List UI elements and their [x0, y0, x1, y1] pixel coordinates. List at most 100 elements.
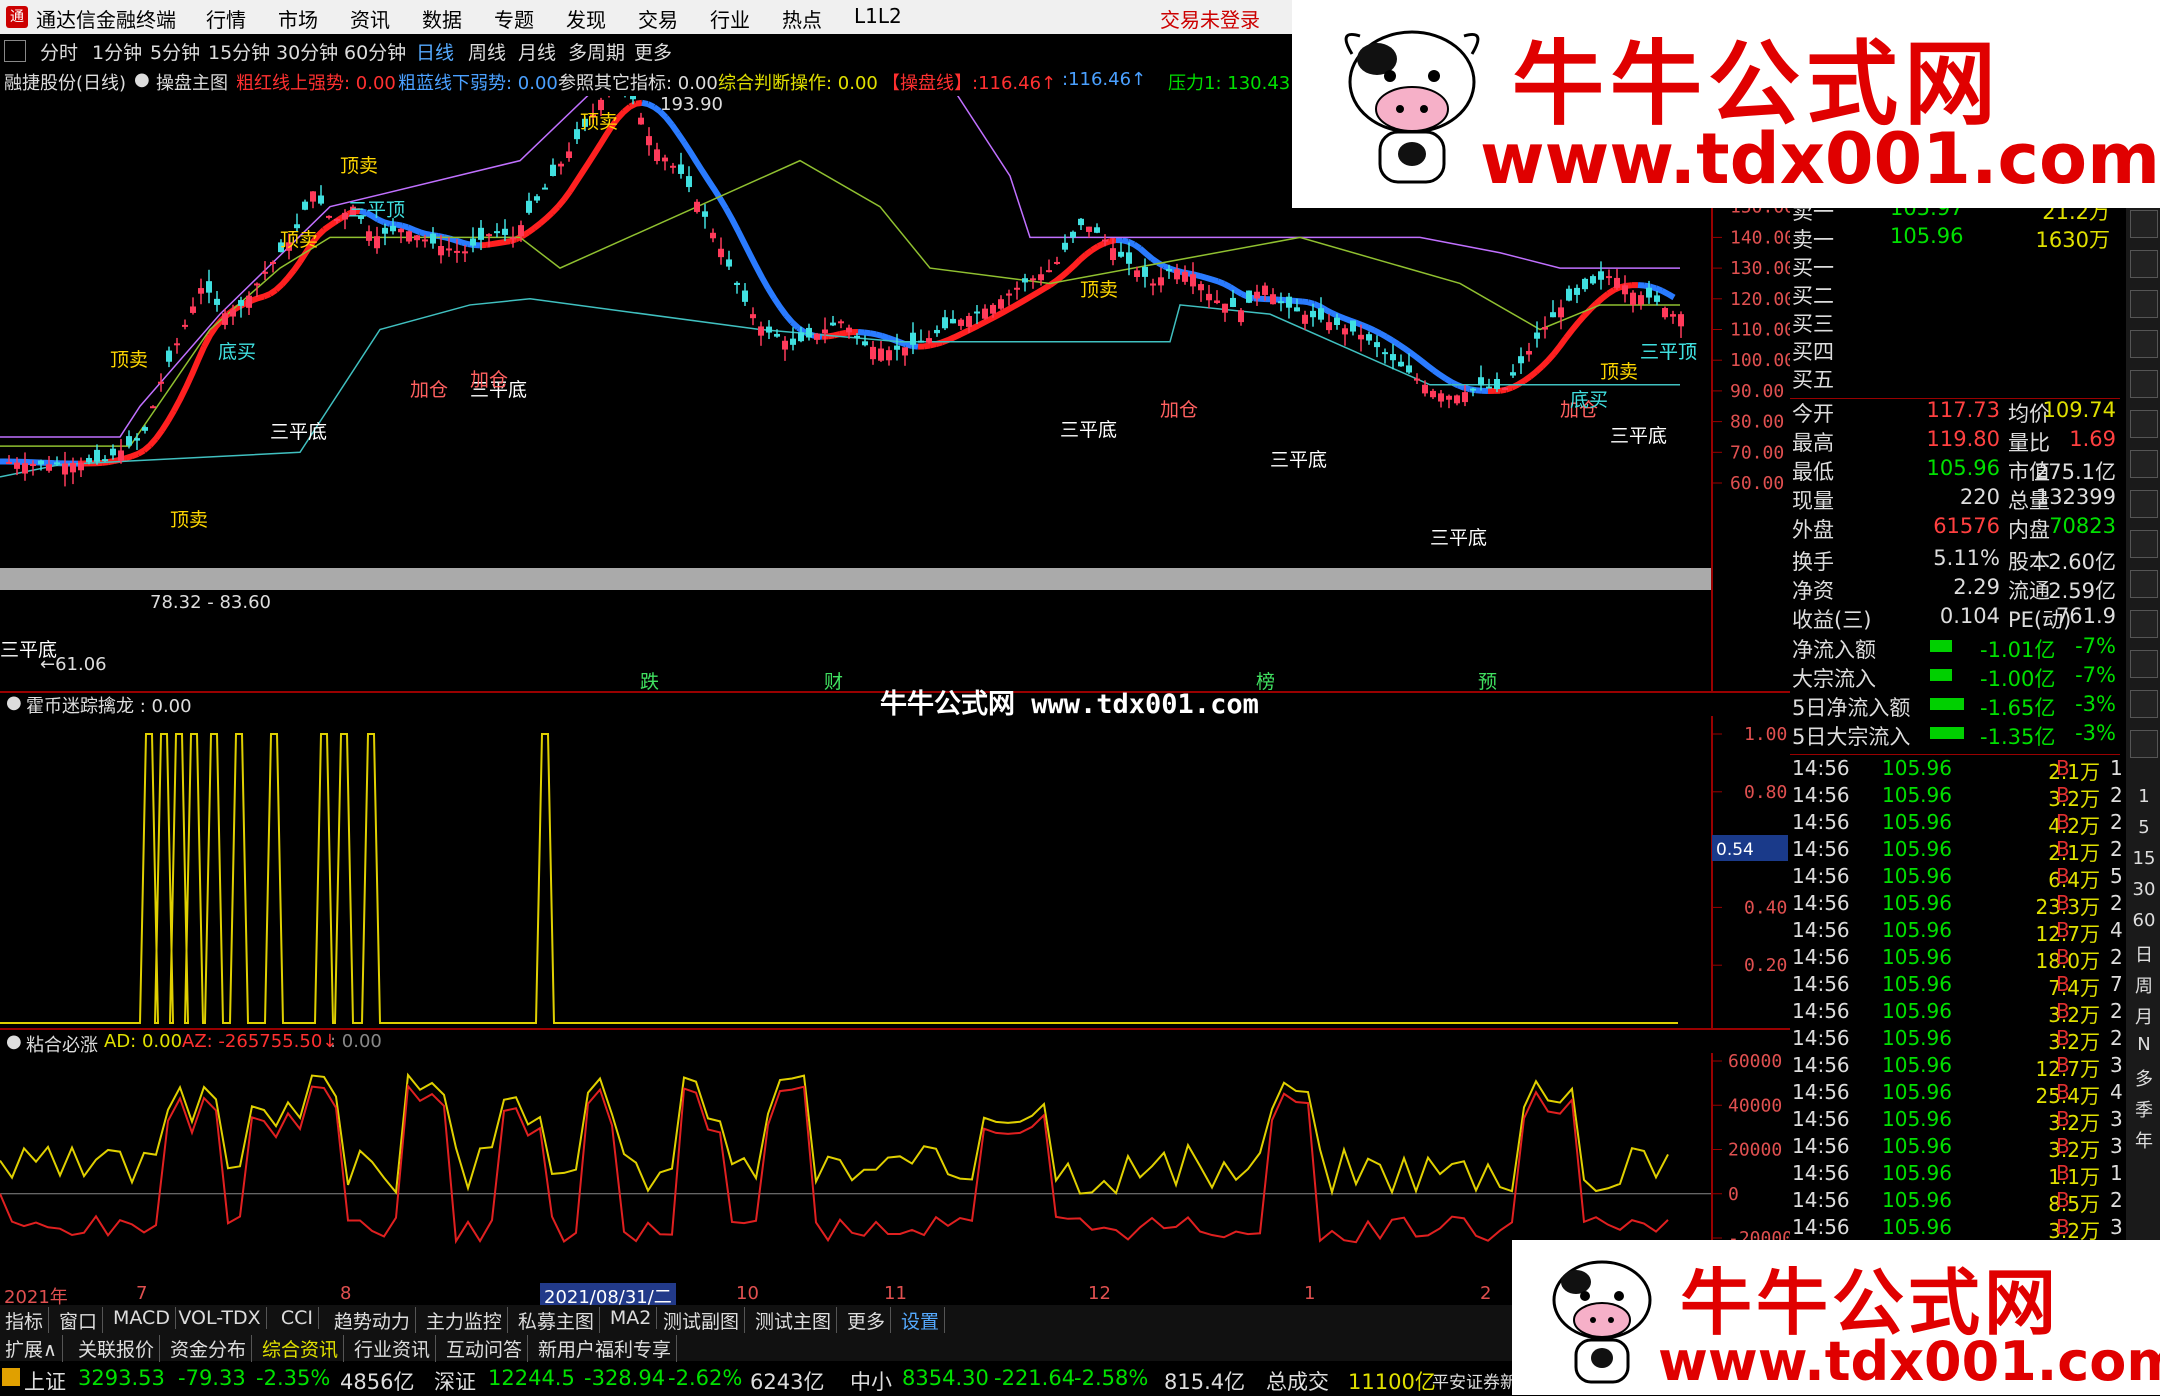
share-icon[interactable]: [2130, 730, 2158, 758]
candle-body: [790, 338, 796, 345]
login-status[interactable]: 交易未登录: [1160, 4, 1260, 33]
menu-hot[interactable]: 热点: [782, 4, 822, 33]
flow-icon[interactable]: [2130, 450, 2158, 478]
menu-news[interactable]: 资讯: [350, 4, 390, 33]
tick-side: B: [2056, 1080, 2070, 1104]
star-icon[interactable]: [2130, 530, 2158, 558]
info-tab[interactable]: 行业资讯: [349, 1335, 437, 1362]
info-tab[interactable]: 互动问答: [441, 1335, 529, 1362]
indicator-tab[interactable]: CCI: [276, 1307, 319, 1329]
period-shortcut[interactable]: 季: [2132, 1096, 2156, 1122]
indicator-tab[interactable]: 主力监控: [421, 1307, 508, 1334]
f10-icon[interactable]: [2130, 410, 2158, 438]
info-tab[interactable]: 扩展∧: [0, 1335, 63, 1362]
candle-body: [630, 96, 636, 100]
flow-label: 5日净流入额: [1792, 696, 1911, 720]
doc-icon[interactable]: [2130, 370, 2158, 398]
tick-list[interactable]: 14:56 105.96 2.1万 B 1 14:56 105.96 3.2万 B 2 14:56 1…: [1790, 756, 2123, 1246]
orderbook-price: 105.96: [1890, 224, 1964, 248]
period-multi[interactable]: 多周期: [568, 38, 625, 65]
toggle-icon[interactable]: [4, 40, 26, 62]
status-icon[interactable]: [2, 1368, 20, 1386]
period-shortcut[interactable]: 1: [2132, 786, 2156, 807]
period-shortcut[interactable]: 多: [2132, 1065, 2156, 1091]
menu-data[interactable]: 数据: [422, 4, 462, 33]
indicator-tab[interactable]: 指标: [0, 1307, 50, 1334]
cross-icon[interactable]: [2130, 610, 2158, 638]
cow-mascot-icon: [1552, 1260, 1652, 1384]
tick-volume: 1.1万: [2048, 1165, 2100, 1189]
indicator-tab[interactable]: MA2: [605, 1307, 658, 1329]
fund-icon[interactable]: [2130, 330, 2158, 358]
total-value: 11100亿: [1348, 1370, 1436, 1394]
indicator-tab[interactable]: 更多: [842, 1307, 891, 1334]
menu-l1l2[interactable]: L1L2: [854, 4, 902, 28]
period-shortcut[interactable]: 30: [2132, 879, 2156, 900]
stat-row: 今开 117.73 均价 109.74: [1790, 398, 2120, 426]
indicator-tab[interactable]: 测试主图: [750, 1307, 837, 1334]
candle-body: [990, 304, 996, 314]
menu-discover[interactable]: 发现: [566, 4, 606, 33]
period-monthly[interactable]: 月线: [518, 38, 556, 65]
osc-selector-icon[interactable]: ●: [6, 692, 22, 713]
period-5min[interactable]: 5分钟: [150, 38, 200, 65]
indicator-tab[interactable]: 设置: [896, 1307, 945, 1334]
period-shortcut[interactable]: 15: [2132, 848, 2156, 869]
menu-market[interactable]: 市场: [278, 4, 318, 33]
indicator-name[interactable]: 操盘主图: [156, 69, 228, 95]
period-shortcut[interactable]: 5: [2132, 817, 2156, 838]
rsi-icon[interactable]: [2130, 570, 2158, 598]
menu-topics[interactable]: 专题: [494, 4, 534, 33]
sh-value: 3293.53: [78, 1366, 165, 1390]
candle-body: [166, 350, 172, 362]
candle-body: [438, 245, 444, 256]
info-tab[interactable]: 关联报价: [73, 1335, 161, 1362]
info-tab[interactable]: 资金分布: [165, 1335, 253, 1362]
ad-selector-icon[interactable]: ●: [6, 1031, 22, 1052]
trend-icon[interactable]: [2130, 250, 2158, 278]
candle-body: [390, 225, 396, 232]
period-shortcut[interactable]: 日: [2132, 941, 2156, 967]
period-60min[interactable]: 60分钟: [344, 38, 406, 65]
flow-label: 净流入额: [1792, 638, 1876, 662]
candle-body: [374, 236, 380, 249]
fs-icon[interactable]: [2130, 690, 2158, 718]
menu-industry[interactable]: 行业: [710, 4, 750, 33]
period-more[interactable]: 更多: [634, 38, 672, 65]
indicator-tab[interactable]: MACD: [108, 1307, 176, 1329]
indicator-tab[interactable]: 测试副图: [658, 1307, 745, 1334]
candle-body: [670, 165, 676, 168]
menu-trade[interactable]: 交易: [638, 4, 678, 33]
info-tab[interactable]: 新用户福利专享: [533, 1335, 678, 1362]
candle-body: [1646, 287, 1652, 298]
osc-chart[interactable]: 1.00 0.80 0.40 0.20 0.54: [0, 716, 1790, 1028]
period-shortcut[interactable]: N: [2132, 1034, 2156, 1055]
period-shortcut[interactable]: 年: [2132, 1127, 2156, 1153]
indicator-tab[interactable]: 窗口: [54, 1307, 104, 1334]
info-tab[interactable]: 综合资讯: [257, 1335, 345, 1362]
period-daily[interactable]: 日线: [416, 38, 454, 65]
pen-icon[interactable]: [2130, 650, 2158, 678]
period-shortcut[interactable]: 60: [2132, 910, 2156, 931]
price-axis-label: 130.00: [1730, 258, 1790, 279]
period-tick[interactable]: 分时: [40, 38, 78, 65]
chart-icon[interactable]: [2130, 210, 2158, 238]
view-icon[interactable]: [2130, 490, 2158, 518]
indicator-tab[interactable]: VOL-TDX: [173, 1307, 267, 1329]
candle-body: [974, 311, 980, 314]
period-1min[interactable]: 1分钟: [92, 38, 142, 65]
indicator-tab[interactable]: 趋势动力: [329, 1307, 416, 1334]
period-shortcut[interactable]: 周: [2132, 972, 2156, 998]
support-band: [0, 568, 1712, 590]
candle-body: [1566, 288, 1572, 301]
period-30min[interactable]: 30分钟: [276, 38, 338, 65]
menu-quotes[interactable]: 行情: [206, 4, 246, 33]
period-weekly[interactable]: 周线: [468, 38, 506, 65]
indicator-tab[interactable]: 私募主图: [513, 1307, 600, 1334]
stat-value: 70823: [2049, 514, 2116, 538]
period-shortcut[interactable]: 月: [2132, 1003, 2156, 1029]
indicator-selector-icon[interactable]: ●: [134, 69, 150, 90]
candle-body: [678, 164, 684, 174]
period-15min[interactable]: 15分钟: [208, 38, 270, 65]
list-icon[interactable]: [2130, 290, 2158, 318]
